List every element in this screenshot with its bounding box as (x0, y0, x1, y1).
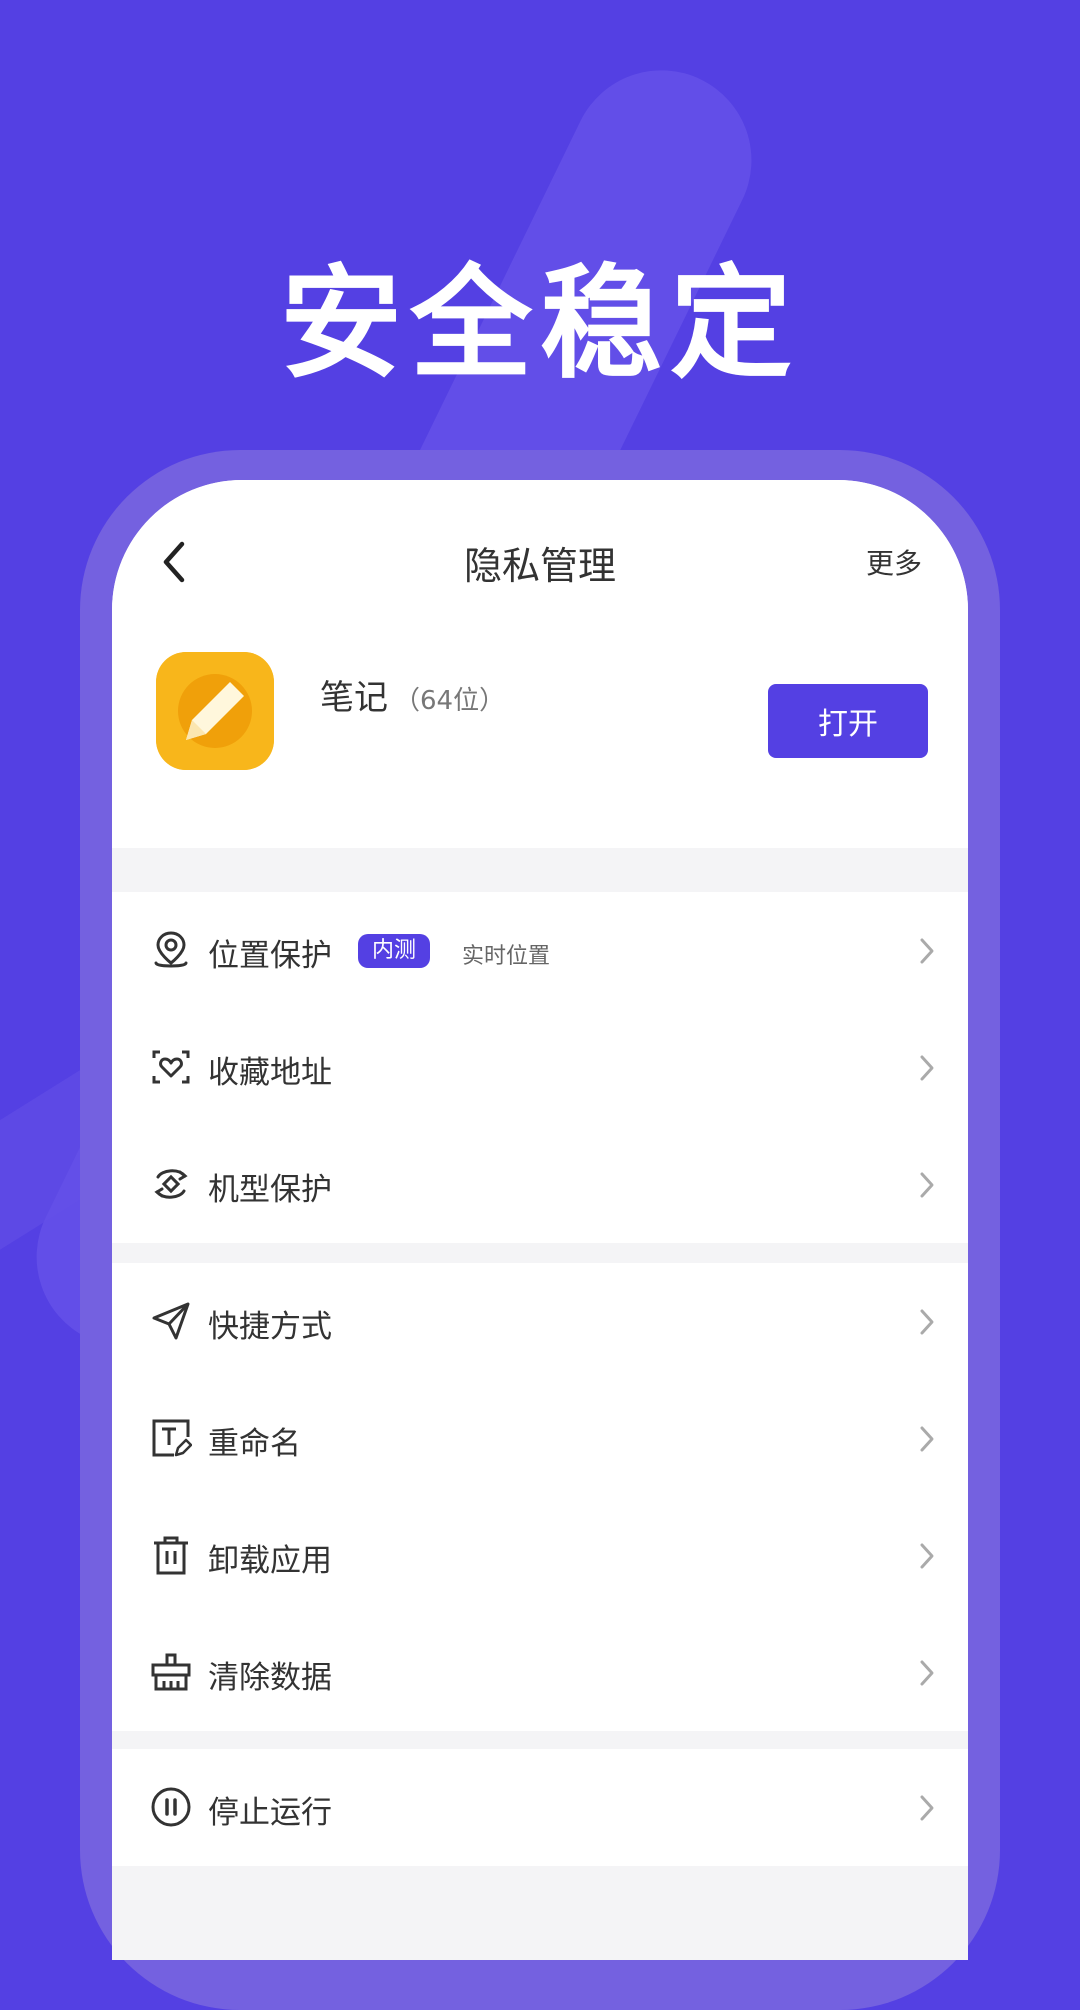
navigation-bar: 隐私管理 更多 (112, 480, 968, 620)
menu-item-device-protection[interactable]: 机型保护 (112, 1126, 968, 1243)
menu-group-location: 位置保护 内测 实时位置 收藏地址 机型保护 (112, 892, 968, 1243)
device-sync-icon (154, 1169, 188, 1199)
menu-item-label: 机型保护 (208, 1172, 332, 1208)
open-button[interactable]: 打开 (768, 684, 928, 758)
app-name-text: 笔记 (320, 678, 388, 718)
location-pin-icon (154, 931, 188, 968)
menu-item-rename[interactable]: 重命名 (112, 1380, 968, 1497)
menu-item-label: 卸载应用 (208, 1543, 332, 1579)
app-name: 笔记 （64位） (320, 670, 505, 719)
menu-item-label: 停止运行 (208, 1795, 332, 1831)
menu-item-label: 清除数据 (208, 1660, 332, 1696)
phone-screen: 隐私管理 更多 笔记 （64位） 打开 位置保护 内测 实时位置 收藏地址 机型… (112, 480, 968, 1960)
chevron-right-icon (920, 1172, 934, 1198)
chevron-right-icon (920, 1543, 934, 1569)
menu-item-clear-data[interactable]: 清除数据 (112, 1614, 968, 1731)
chevron-right-icon (920, 938, 934, 964)
trash-icon (154, 1536, 188, 1575)
app-card: 笔记 （64位） 打开 (112, 620, 968, 848)
more-button[interactable]: 更多 (866, 542, 922, 582)
chevron-right-icon (920, 1426, 934, 1452)
chevron-right-icon (920, 1055, 934, 1081)
chevron-right-icon (920, 1660, 934, 1686)
page-title: 隐私管理 (463, 544, 616, 588)
rename-icon (152, 1419, 192, 1457)
menu-item-favorite-address[interactable]: 收藏地址 (112, 1009, 968, 1126)
menu-item-uninstall[interactable]: 卸载应用 (112, 1497, 968, 1614)
menu-item-label: 重命名 (208, 1426, 301, 1462)
hero-title: 安全稳定 (280, 253, 800, 395)
heart-frame-icon (152, 1050, 190, 1084)
menu-item-label: 位置保护 (208, 938, 332, 974)
chevron-right-icon (920, 1309, 934, 1335)
menu-item-stop-running[interactable]: 停止运行 (112, 1749, 968, 1866)
menu-item-shortcut[interactable]: 快捷方式 (112, 1263, 968, 1380)
app-architecture: （64位） (394, 686, 506, 716)
chevron-right-icon (920, 1795, 934, 1821)
pause-circle-icon (151, 1787, 191, 1827)
menu-item-sublabel: 实时位置 (462, 944, 551, 969)
broom-icon (151, 1653, 191, 1691)
send-icon (152, 1302, 190, 1340)
menu-item-location-protection[interactable]: 位置保护 内测 实时位置 (112, 892, 968, 1009)
menu-group-app-actions: 快捷方式 重命名 卸载应用 清除数据 (112, 1263, 968, 1731)
menu-item-label: 快捷方式 (208, 1309, 332, 1345)
menu-group-run-control: 停止运行 (112, 1749, 968, 1866)
notes-app-icon (156, 652, 274, 770)
menu-item-label: 收藏地址 (208, 1055, 332, 1091)
beta-badge: 内测 (358, 934, 431, 968)
